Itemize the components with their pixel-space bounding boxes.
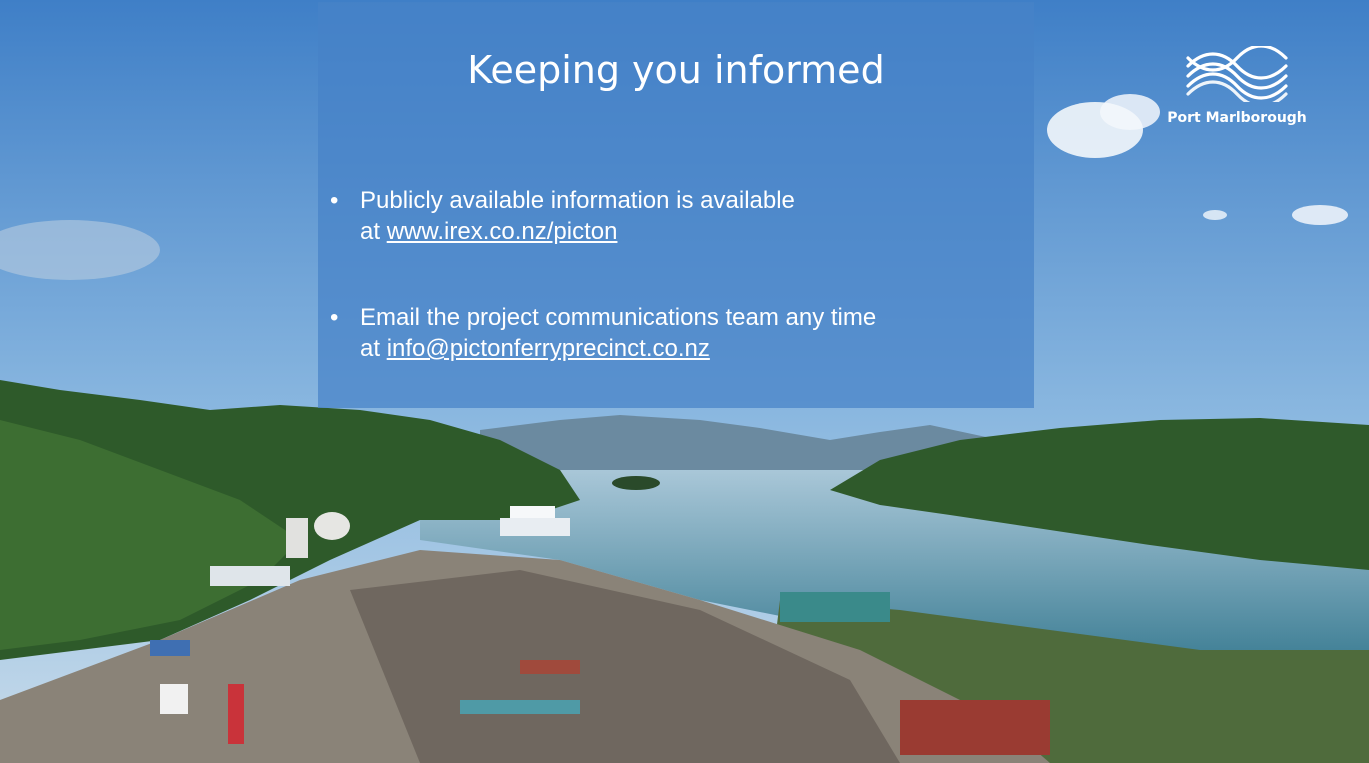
bullet-text: Email the project communications team an… bbox=[360, 304, 877, 331]
bullet-prefix: at bbox=[360, 218, 381, 245]
content-panel: Keeping you informed • Publicly availabl… bbox=[318, 2, 1034, 408]
port-marlborough-logo-icon bbox=[1186, 46, 1288, 102]
slide-title: Keeping you informed bbox=[467, 48, 885, 92]
bullet-text: Publicly available information is availa… bbox=[360, 187, 795, 214]
logo-text: Port Marlborough bbox=[1167, 110, 1307, 126]
bullet-prefix: at bbox=[360, 335, 381, 362]
presentation-slide: Keeping you informed • Publicly availabl… bbox=[0, 0, 1369, 763]
website-link[interactable]: www.irex.co.nz/picton bbox=[387, 218, 618, 245]
email-link[interactable]: info@pictonferryprecinct.co.nz bbox=[387, 335, 710, 362]
bullet-list: • Publicly available information is avai… bbox=[330, 185, 1020, 419]
bullet-icon: • bbox=[330, 187, 339, 214]
port-marlborough-logo: Port Marlborough bbox=[1162, 44, 1312, 134]
bullet-item-email: • Email the project communications team … bbox=[330, 302, 1020, 364]
bullet-icon: • bbox=[330, 304, 339, 331]
bullet-item-website: • Publicly available information is avai… bbox=[330, 185, 1020, 247]
